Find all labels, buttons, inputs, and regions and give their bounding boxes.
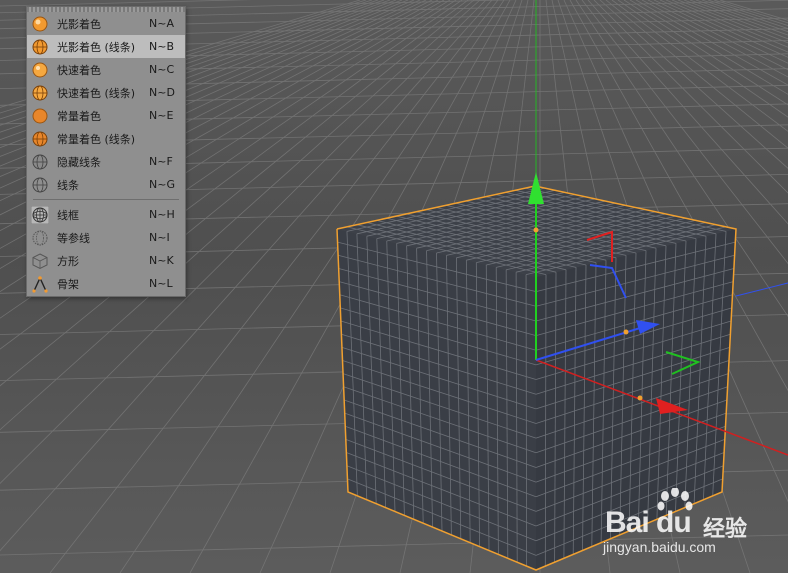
menu-item[interactable]: 快速着色 (线条) N~D [27, 81, 185, 104]
menu-separator [33, 199, 179, 200]
menu-item-shortcut: N~H [149, 208, 175, 221]
constant-shaded-sphere-icon [31, 107, 49, 125]
menu-item-label: 等参线 [57, 231, 90, 245]
hidden-line-sphere-icon [31, 153, 49, 171]
menu-item[interactable]: 光影着色 N~A [27, 12, 185, 35]
menu-item[interactable]: 快速着色 N~C [27, 58, 185, 81]
menu-item-shortcut: N~A [149, 17, 174, 30]
skeleton-icon [31, 275, 49, 293]
menu-item-label: 快速着色 (线条) [57, 86, 136, 100]
isoparm-sphere-icon [31, 229, 49, 247]
menu-item[interactable]: 隐藏线条 N~F [27, 150, 185, 173]
menu-item[interactable]: 常量着色 N~E [27, 104, 185, 127]
menu-items: 光影着色 N~A 光影着色 (线条) N~B 快速着色 N~C 快速着色 (线条) N~D 常量… [27, 12, 185, 295]
menu-item[interactable]: 光影着色 (线条) N~B [27, 35, 185, 58]
menu-item-label: 隐藏线条 [57, 155, 101, 169]
axis-center-dot [637, 395, 643, 401]
menu-item[interactable]: 等参线 N~I [27, 226, 185, 249]
menu-item-shortcut: N~B [149, 40, 174, 53]
menu-item-label: 光影着色 [57, 17, 101, 31]
quick-shaded-sphere-icon [31, 61, 49, 79]
axis-center-dot [623, 329, 629, 335]
menu-item-shortcut: N~L [149, 277, 173, 290]
menu-item-shortcut: N~G [149, 178, 175, 191]
shaded-sphere-icon [31, 15, 49, 33]
axis-center-dot [533, 227, 539, 233]
quick-shaded-wire-sphere-icon [31, 84, 49, 102]
baidu-jingyan-watermark: Bai du 经验 jingyan.baidu.com [603, 480, 783, 560]
menu-item[interactable]: 线框 N~H [27, 203, 185, 226]
display-mode-menu: 光影着色 N~A 光影着色 (线条) N~B 快速着色 N~C 快速着色 (线条) N~D 常量… [26, 6, 186, 297]
menu-item-label: 线条 [57, 178, 79, 192]
menu-item-label: 方形 [57, 254, 79, 268]
menu-item-shortcut: N~F [149, 155, 173, 168]
menu-item[interactable]: 方形 N~K [27, 249, 185, 272]
cube-grid-line [525, 274, 527, 567]
shaded-wire-sphere-icon [31, 38, 49, 56]
menu-item-shortcut: N~D [149, 86, 175, 99]
menu-item[interactable]: 常量着色 (线条) [27, 127, 185, 150]
watermark-url: jingyan.baidu.com [603, 539, 716, 555]
menu-item[interactable]: 线条 N~G [27, 173, 185, 196]
menu-item-shortcut: N~K [149, 254, 174, 267]
menu-item-label: 常量着色 (线条) [57, 132, 136, 146]
constant-shaded-wire-sphere-icon [31, 130, 49, 148]
menu-item-label: 快速着色 [57, 63, 101, 77]
menu-item[interactable]: 骨架 N~L [27, 272, 185, 295]
menu-item-label: 常量着色 [57, 109, 101, 123]
watermark-brand: Bai du [605, 506, 692, 539]
menu-item-label: 骨架 [57, 277, 79, 291]
menu-item-label: 线框 [57, 208, 79, 222]
box-icon [31, 252, 49, 270]
menu-item-shortcut: N~C [149, 63, 175, 76]
menu-item-shortcut: N~I [149, 231, 170, 244]
menu-item-shortcut: N~E [149, 109, 174, 122]
wireframe-sphere-icon [31, 205, 49, 224]
menu-item-label: 光影着色 (线条) [57, 40, 136, 54]
lines-sphere-icon [31, 176, 49, 194]
